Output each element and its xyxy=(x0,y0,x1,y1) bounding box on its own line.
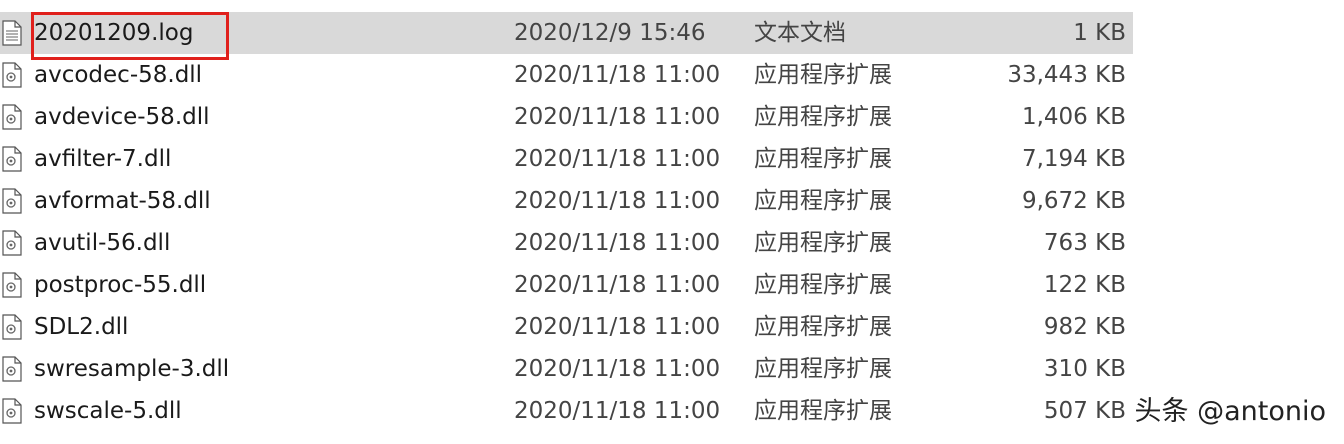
file-size: 33,443 KB xyxy=(1007,62,1126,88)
file-row[interactable]: avdevice-58.dll 2020/11/18 11:00 应用程序扩展 … xyxy=(0,96,1344,138)
text-file-icon xyxy=(2,20,22,46)
watermark: 头条 @antonio xyxy=(1130,392,1330,432)
file-type: 应用程序扩展 xyxy=(754,188,892,214)
file-name[interactable]: avdevice-58.dll xyxy=(34,96,210,138)
file-name[interactable]: avformat-58.dll xyxy=(34,180,211,222)
file-size: 507 KB xyxy=(1043,398,1126,424)
file-type: 应用程序扩展 xyxy=(754,356,892,382)
file-date: 2020/11/18 11:00 xyxy=(514,398,721,424)
file-size: 310 KB xyxy=(1043,356,1126,382)
file-size: 9,672 KB xyxy=(1021,188,1126,214)
annotation-highlight-box xyxy=(31,12,229,60)
file-row[interactable]: avfilter-7.dll 2020/11/18 11:00 应用程序扩展 7… xyxy=(0,138,1344,180)
file-date: 2020/11/18 11:00 xyxy=(514,146,721,172)
file-date: 2020/11/18 11:00 xyxy=(514,230,721,256)
file-name[interactable]: postproc-55.dll xyxy=(34,264,206,306)
file-size: 982 KB xyxy=(1043,314,1126,340)
dll-file-icon xyxy=(2,356,22,382)
dll-file-icon xyxy=(2,146,22,172)
dll-file-icon xyxy=(2,398,22,424)
file-size: 763 KB xyxy=(1043,230,1126,256)
file-date: 2020/11/18 11:00 xyxy=(514,188,721,214)
dll-file-icon xyxy=(2,62,22,88)
file-name[interactable]: SDL2.dll xyxy=(34,306,128,348)
file-date: 2020/12/9 15:46 xyxy=(514,20,706,46)
file-size: 7,194 KB xyxy=(1021,146,1126,172)
file-list: 20201209.log 2020/12/9 15:46 文本文档 1 KB a… xyxy=(0,0,1344,432)
file-row[interactable]: SDL2.dll 2020/11/18 11:00 应用程序扩展 982 KB xyxy=(0,306,1344,348)
file-type: 应用程序扩展 xyxy=(754,62,892,88)
file-row-partial[interactable] xyxy=(0,0,1344,12)
file-type: 文本文档 xyxy=(754,20,846,46)
file-name[interactable]: avcodec-58.dll xyxy=(34,54,202,96)
file-row[interactable]: swresample-3.dll 2020/11/18 11:00 应用程序扩展… xyxy=(0,348,1344,390)
dll-file-icon xyxy=(2,104,22,130)
file-date: 2020/11/18 11:00 xyxy=(514,62,721,88)
file-name[interactable]: avutil-56.dll xyxy=(34,222,170,264)
file-name[interactable]: swresample-3.dll xyxy=(34,348,229,390)
file-date: 2020/11/18 11:00 xyxy=(514,356,721,382)
file-date: 2020/11/18 11:00 xyxy=(514,104,721,130)
file-type: 应用程序扩展 xyxy=(754,146,892,172)
file-date: 2020/11/18 11:00 xyxy=(514,272,721,298)
file-type: 应用程序扩展 xyxy=(754,398,892,424)
dll-file-icon xyxy=(2,230,22,256)
dll-file-icon xyxy=(2,272,22,298)
file-date: 2020/11/18 11:00 xyxy=(514,314,721,340)
file-size: 122 KB xyxy=(1043,272,1126,298)
file-type: 应用程序扩展 xyxy=(754,104,892,130)
file-row[interactable]: postproc-55.dll 2020/11/18 11:00 应用程序扩展 … xyxy=(0,264,1344,306)
dll-file-icon xyxy=(2,314,22,340)
file-name[interactable]: swscale-5.dll xyxy=(34,390,182,432)
file-row[interactable]: avformat-58.dll 2020/11/18 11:00 应用程序扩展 … xyxy=(0,180,1344,222)
file-type: 应用程序扩展 xyxy=(754,272,892,298)
file-type: 应用程序扩展 xyxy=(754,314,892,340)
file-type: 应用程序扩展 xyxy=(754,230,892,256)
file-row[interactable]: avutil-56.dll 2020/11/18 11:00 应用程序扩展 76… xyxy=(0,222,1344,264)
file-size: 1 KB xyxy=(1073,20,1126,46)
file-size: 1,406 KB xyxy=(1021,104,1126,130)
dll-file-icon xyxy=(2,188,22,214)
file-name[interactable]: avfilter-7.dll xyxy=(34,138,171,180)
file-row[interactable]: avcodec-58.dll 2020/11/18 11:00 应用程序扩展 3… xyxy=(0,54,1344,96)
